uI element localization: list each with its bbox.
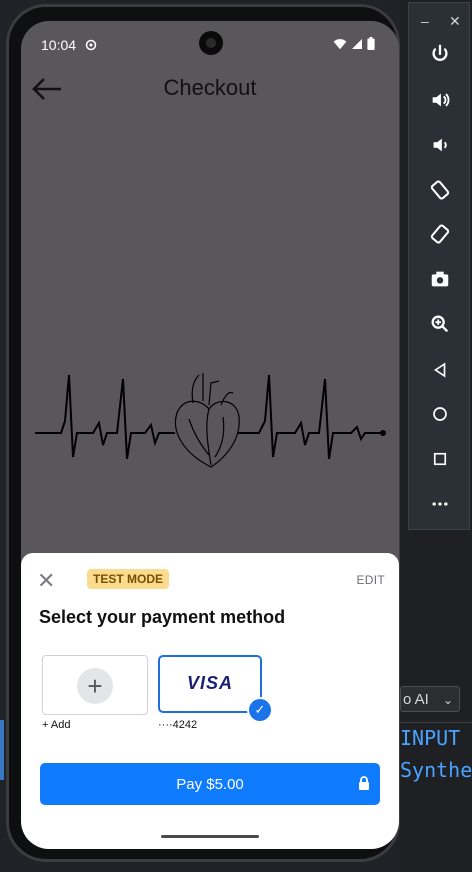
overview-icon[interactable] [425,444,455,474]
close-icon[interactable]: ✕ [449,13,461,30]
check-icon: ✓ [247,697,273,723]
lock-icon [358,776,370,790]
page-title: Checkout [163,75,257,100]
pay-button[interactable]: Pay $5.00 [40,763,380,805]
pay-button-label: Pay $5.00 [176,775,244,793]
payment-sheet: ✕ TEST MODE EDIT Select your payment met… [21,553,399,849]
status-icons [333,37,375,55]
more-icon[interactable] [425,489,455,519]
ide-gutter-marker [0,720,4,780]
rotate-left-icon[interactable] [425,175,455,205]
sync-icon [85,38,97,56]
sheet-title: Select your payment method [39,607,286,627]
heart-icon [175,373,240,468]
plus-icon: + [77,668,113,704]
ide-code-line-2: Synthe [400,758,472,782]
home-indicator [161,835,259,838]
volume-down-icon[interactable] [425,130,455,160]
test-mode-badge: TEST MODE [87,569,170,589]
power-icon[interactable] [425,39,455,69]
signal-icon [351,37,363,55]
edit-button[interactable]: EDIT [356,573,385,587]
visa-card-option[interactable]: VISA [158,655,262,713]
phone-frame: 10:04 Checkout ✕ TEST MODE EDIT Select y… [6,4,400,862]
camera-icon[interactable] [425,264,455,294]
battery-icon [367,37,375,55]
ide-dropdown-label: o AI [403,691,429,708]
ide-code-line-1: INPUT [400,726,461,750]
add-label: + Add [42,719,71,731]
close-icon[interactable]: ✕ [37,570,55,592]
wifi-icon [333,37,347,55]
volume-up-icon[interactable] [425,85,455,115]
minimize-icon[interactable]: – [421,13,429,29]
zoom-icon[interactable] [425,309,455,339]
add-payment-card[interactable]: + [42,655,148,715]
heartbeat-illustration [35,373,386,468]
emulator-toolbar: – ✕ [408,2,470,530]
back-icon[interactable] [425,355,455,385]
home-icon[interactable] [425,399,455,429]
visa-logo: VISA [186,673,233,693]
status-time: 10:04 [41,37,77,53]
card-last4: ····4242 [158,719,198,731]
chevron-down-icon: ⌄ [442,693,453,707]
front-camera [199,31,223,55]
ide-divider [400,722,472,723]
ide-model-dropdown[interactable]: o AI ⌄ [400,686,460,712]
phone-screen: 10:04 Checkout ✕ TEST MODE EDIT Select y… [21,21,399,849]
rotate-right-icon[interactable] [425,219,455,249]
